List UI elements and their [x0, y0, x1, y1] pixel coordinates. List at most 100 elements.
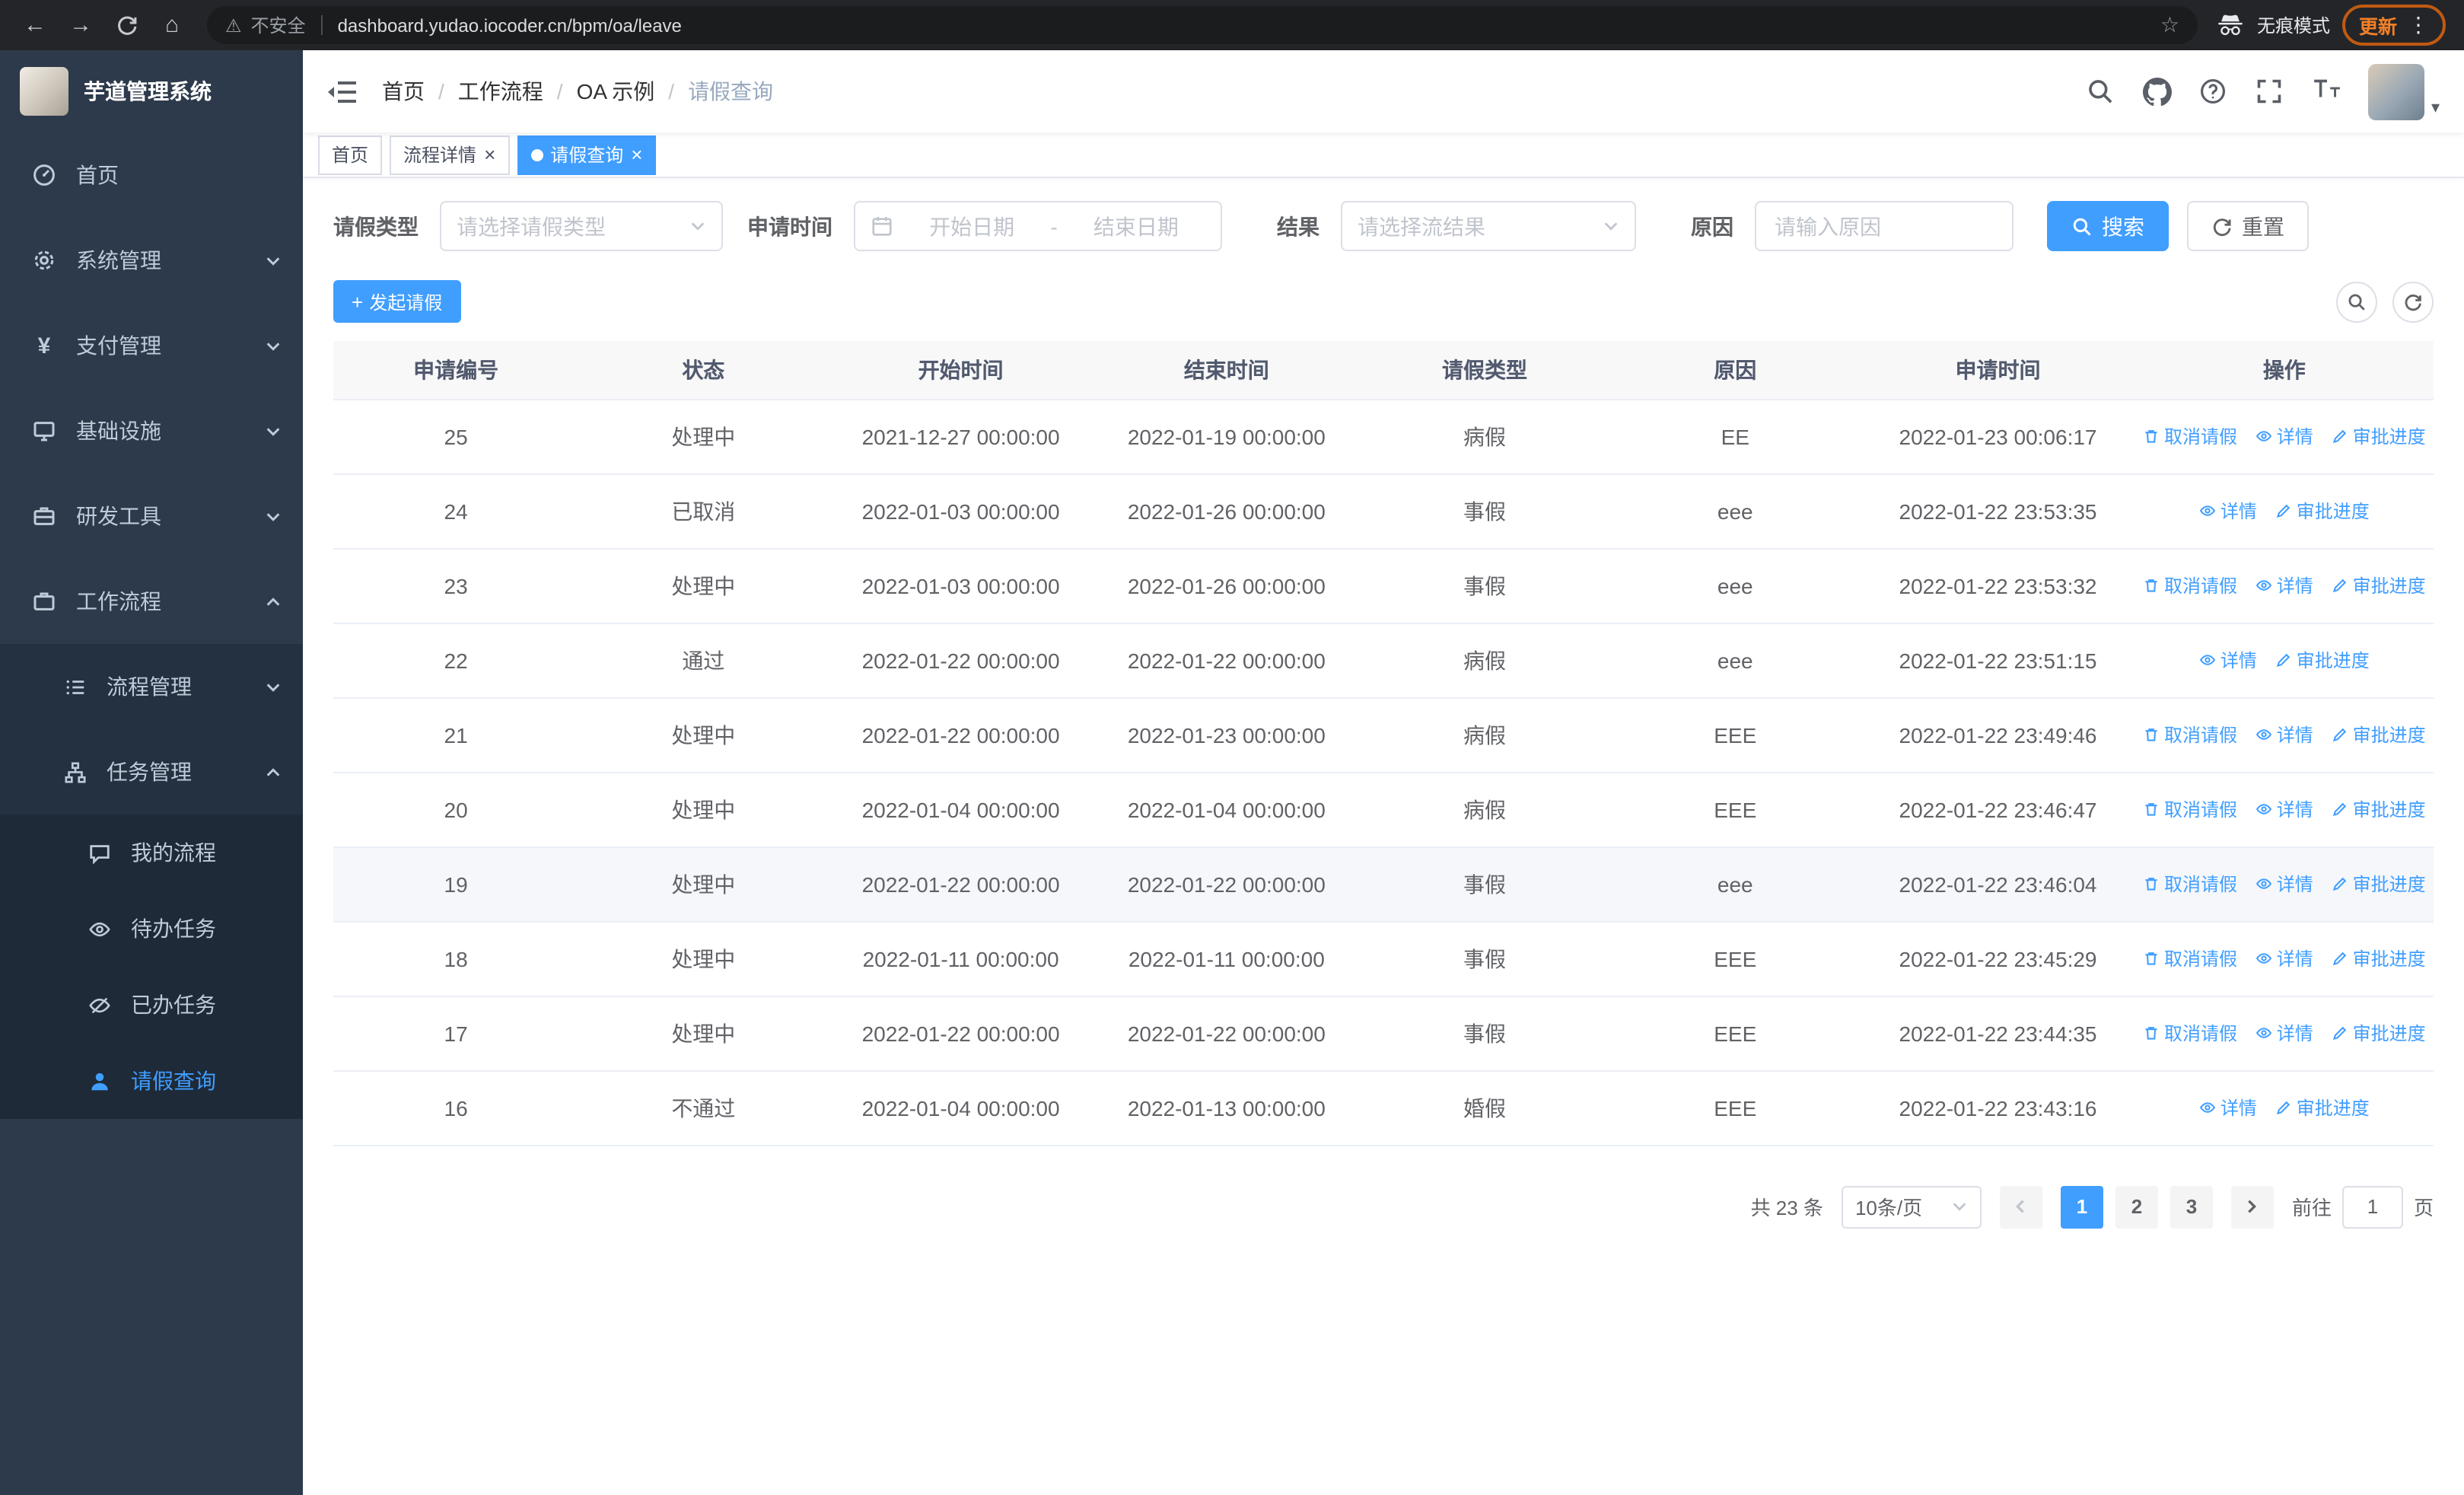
table-row[interactable]: 20 处理中 2022-01-04 00:00:00 2022-01-04 00…	[333, 772, 2434, 847]
sidebar-item-pending-tasks[interactable]: 待办任务	[0, 891, 303, 967]
sidebar-item-system[interactable]: 系统管理	[0, 218, 303, 303]
browser-reload-icon[interactable]	[107, 5, 146, 45]
sidebar-item-workflow[interactable]: 工作流程	[0, 559, 303, 644]
breadcrumb-item[interactable]: 工作流程	[458, 76, 543, 107]
detail-link[interactable]: 详情	[2255, 423, 2313, 449]
help-icon[interactable]	[2200, 78, 2227, 105]
toggle-search-icon[interactable]	[2336, 281, 2377, 322]
create-leave-label: 发起请假	[369, 292, 443, 313]
browser-menu-icon[interactable]: ⋮	[2408, 12, 2429, 38]
cell-actions: 取消请假 详情 审批进度	[2135, 846, 2434, 922]
tab-close-icon[interactable]: ×	[631, 145, 642, 164]
detail-link[interactable]: 详情	[2255, 871, 2313, 897]
table-row[interactable]: 19 处理中 2022-01-22 00:00:00 2022-01-22 00…	[333, 846, 2434, 922]
cancel-leave-link[interactable]: 取消请假	[2143, 945, 2237, 971]
page-url[interactable]: dashboard.yudao.iocoder.cn/bpm/oa/leave	[338, 14, 2151, 36]
table-row[interactable]: 16 不通过 2022-01-04 00:00:00 2022-01-13 00…	[333, 1070, 2434, 1146]
table-row[interactable]: 21 处理中 2022-01-22 00:00:00 2022-01-23 00…	[333, 697, 2434, 773]
detail-link[interactable]: 详情	[2199, 1095, 2257, 1120]
sidebar-item-payment[interactable]: ¥ 支付管理	[0, 303, 303, 388]
browser-forward-icon[interactable]: →	[61, 5, 100, 45]
table-row[interactable]: 22 通过 2022-01-22 00:00:00 2022-01-22 00:…	[333, 623, 2434, 698]
approval-progress-link[interactable]: 审批进度	[2332, 572, 2426, 598]
detail-link[interactable]: 详情	[2255, 945, 2313, 971]
cell-id: 16	[333, 1070, 579, 1146]
detail-link[interactable]: 详情	[2255, 796, 2313, 822]
sidebar-item-devtools[interactable]: 研发工具	[0, 473, 303, 559]
sidebar-item-task-management[interactable]: 任务管理	[0, 729, 303, 814]
sidebar-item-home[interactable]: 首页	[0, 132, 303, 218]
search-icon[interactable]	[2087, 78, 2115, 105]
approval-progress-link[interactable]: 审批进度	[2275, 647, 2370, 673]
app-logo[interactable]: 芋道管理系统	[0, 50, 303, 132]
prev-page-button[interactable]	[1999, 1185, 2042, 1228]
approval-progress-link[interactable]: 审批进度	[2332, 423, 2426, 449]
tab[interactable]: 首页	[318, 135, 383, 174]
approval-progress-link[interactable]: 审批进度	[2275, 498, 2370, 524]
tab[interactable]: 请假查询 ×	[517, 135, 657, 174]
approval-progress-link[interactable]: 审批进度	[2332, 1020, 2426, 1046]
breadcrumb-item[interactable]: OA 示例	[577, 76, 655, 107]
browser-update-button[interactable]: 更新 ⋮	[2341, 5, 2446, 46]
font-size-icon[interactable]	[2313, 78, 2341, 105]
cancel-leave-link[interactable]: 取消请假	[2143, 572, 2237, 598]
cancel-leave-link[interactable]: 取消请假	[2143, 423, 2237, 449]
fullscreen-icon[interactable]	[2256, 78, 2284, 105]
page-number-button[interactable]: 3	[2170, 1185, 2213, 1228]
sidebar-item-done-tasks[interactable]: 已办任务	[0, 967, 303, 1043]
security-label[interactable]: 不安全	[251, 12, 306, 38]
approval-progress-link[interactable]: 审批进度	[2275, 1095, 2370, 1120]
tab[interactable]: 流程详情 ×	[390, 135, 510, 174]
goto-page-input[interactable]	[2341, 1185, 2403, 1228]
tab-close-icon[interactable]: ×	[484, 145, 495, 164]
next-page-button[interactable]	[2230, 1185, 2274, 1228]
date-range-picker[interactable]: 开始日期 - 结束日期	[854, 201, 1222, 251]
detail-link[interactable]: 详情	[2255, 1020, 2313, 1046]
table-row[interactable]: 18 处理中 2022-01-11 00:00:00 2022-01-11 00…	[333, 921, 2434, 996]
table-row[interactable]: 23 处理中 2022-01-03 00:00:00 2022-01-26 00…	[333, 548, 2434, 623]
github-icon[interactable]	[2143, 78, 2173, 107]
detail-link[interactable]: 详情	[2199, 498, 2257, 524]
sidebar-item-infrastructure[interactable]: 基础设施	[0, 388, 303, 473]
browser-back-icon[interactable]: ←	[15, 5, 55, 45]
cell-actions: 取消请假 详情 审批进度	[2135, 996, 2434, 1071]
leave-type-select[interactable]: 请选择请假类型	[440, 201, 723, 251]
table-row[interactable]: 17 处理中 2022-01-22 00:00:00 2022-01-22 00…	[333, 996, 2434, 1071]
create-leave-button[interactable]: + 发起请假	[333, 280, 461, 323]
bookmark-star-icon[interactable]: ☆	[2160, 12, 2179, 38]
sidebar-collapse-icon[interactable]	[327, 78, 358, 104]
approval-progress-link[interactable]: 审批进度	[2332, 945, 2426, 971]
page-size-select[interactable]: 10条/页	[1841, 1185, 1982, 1228]
cancel-leave-link[interactable]: 取消请假	[2143, 1020, 2237, 1046]
start-date-input[interactable]: 开始日期	[903, 211, 1041, 241]
detail-link[interactable]: 详情	[2255, 572, 2313, 598]
reset-button[interactable]: 重置	[2187, 201, 2309, 251]
page-number-button[interactable]: 2	[2115, 1185, 2158, 1228]
table-row[interactable]: 24 已取消 2022-01-03 00:00:00 2022-01-26 00…	[333, 473, 2434, 549]
approval-progress-link[interactable]: 审批进度	[2332, 871, 2426, 897]
cancel-leave-link[interactable]: 取消请假	[2143, 871, 2237, 897]
cell-status: 已取消	[578, 473, 829, 549]
detail-link[interactable]: 详情	[2199, 647, 2257, 673]
cell-status: 处理中	[578, 996, 829, 1071]
cell-start-time: 2022-01-03 00:00:00	[828, 473, 1094, 549]
cancel-leave-link[interactable]: 取消请假	[2143, 796, 2237, 822]
page-number-button[interactable]: 1	[2060, 1185, 2103, 1228]
approval-progress-link[interactable]: 审批进度	[2332, 722, 2426, 748]
breadcrumb-item[interactable]: 首页	[382, 76, 425, 107]
result-select[interactable]: 请选择流结果	[1341, 201, 1636, 251]
reason-input[interactable]	[1775, 214, 1994, 238]
address-bar[interactable]: ⚠ 不安全 dashboard.yudao.iocoder.cn/bpm/oa/…	[207, 6, 2198, 44]
sidebar-item-process-management[interactable]: 流程管理	[0, 644, 303, 729]
search-button[interactable]: 搜索	[2047, 201, 2169, 251]
cancel-leave-link[interactable]: 取消请假	[2143, 722, 2237, 748]
refresh-table-icon[interactable]	[2392, 281, 2434, 322]
approval-progress-link[interactable]: 审批进度	[2332, 796, 2426, 822]
user-menu[interactable]: ▾	[2368, 63, 2440, 120]
table-row[interactable]: 25 处理中 2021-12-27 00:00:00 2022-01-19 00…	[333, 399, 2434, 474]
detail-link[interactable]: 详情	[2255, 722, 2313, 748]
end-date-input[interactable]: 结束日期	[1067, 211, 1205, 241]
browser-home-icon[interactable]: ⌂	[152, 5, 192, 45]
sidebar-item-my-processes[interactable]: 我的流程	[0, 814, 303, 891]
sidebar-item-leave-query[interactable]: 请假查询	[0, 1043, 303, 1119]
